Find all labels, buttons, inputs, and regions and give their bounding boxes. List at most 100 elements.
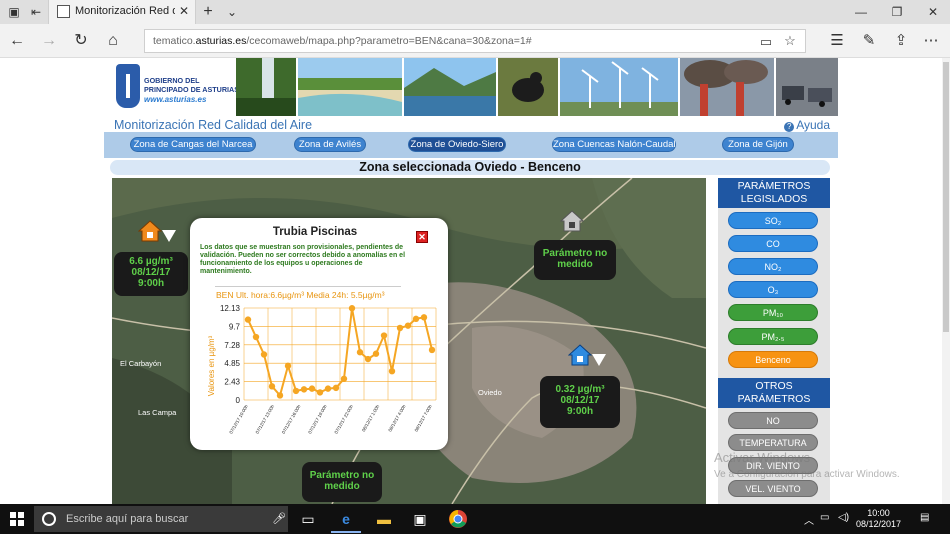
station-reading-trubia[interactable]: 6.6 µg/m³ 08/12/17 9:00h <box>114 252 188 296</box>
more-icon[interactable]: ⋯ <box>920 30 942 52</box>
chart-point[interactable] <box>412 315 420 323</box>
station-house-blue-icon[interactable] <box>568 344 592 366</box>
chart-point[interactable] <box>324 385 332 392</box>
chart-ytick-label: 7.28 <box>224 341 240 350</box>
param-pm10-button[interactable]: PM₁₀ <box>728 304 818 321</box>
close-tab-icon[interactable]: ✕ <box>179 4 189 18</box>
scrollbar-thumb[interactable] <box>943 62 949 332</box>
param-so2-button[interactable]: SO₂ <box>728 212 818 229</box>
param-pm25-button[interactable]: PM₂.₅ <box>728 328 818 345</box>
chart-xtick-label: 08/12/17 7:00h <box>414 404 434 433</box>
close-window-icon[interactable]: ✕ <box>918 3 948 21</box>
station-date: 08/12/17 <box>131 267 171 278</box>
chart-point[interactable] <box>420 314 428 321</box>
station-not-measured[interactable]: Parámetro no medido <box>534 240 616 280</box>
chart-point[interactable] <box>372 350 380 357</box>
browser-tab[interactable]: Monitorización Red de c ✕ <box>48 0 196 24</box>
forward-icon[interactable]: → <box>38 30 60 52</box>
url-field[interactable]: tematico.asturias.es/cecomaweb/mapa.php?… <box>144 29 806 53</box>
help-link[interactable]: ? Ayuda <box>784 118 830 132</box>
zone-aviles-button[interactable]: Zona de Avilés <box>294 137 366 152</box>
satellite-map[interactable]: El Carbayón Las Campa Oviedo 6.6 µg/m³ 0… <box>112 178 706 504</box>
chart-point[interactable] <box>396 324 404 332</box>
task-view-icon[interactable]: ▭ <box>298 509 318 529</box>
chart-point[interactable] <box>356 349 364 356</box>
chart-point[interactable] <box>388 367 396 375</box>
chart-point[interactable] <box>300 386 308 393</box>
param-no-button[interactable]: NO <box>728 412 818 429</box>
favorite-star-icon[interactable]: ☆ <box>782 33 798 49</box>
param-co-button[interactable]: CO <box>728 235 818 252</box>
popup-close-icon[interactable]: ✕ <box>416 231 428 243</box>
station-popup: Trubia Piscinas ✕ Los datos que se muest… <box>190 218 448 450</box>
zone-nalon-button[interactable]: Zona Cuencas Nalón-Caudal <box>552 137 676 152</box>
zone-gijon-button[interactable]: Zona de Gijón <box>722 137 794 152</box>
zone-cangas-button[interactable]: Zona de Cangas del Narcea <box>130 137 256 152</box>
edge-browser-icon[interactable]: e <box>336 509 356 529</box>
home-icon[interactable]: ⌂ <box>102 30 124 52</box>
chart-point[interactable] <box>268 383 276 390</box>
banner-photo-windmills <box>560 58 678 116</box>
tab-bar: ▣ ⇤ Monitorización Red de c ✕ + ⌄ — ❐ ✕ <box>0 0 950 24</box>
chart-ytick-label: 9.7 <box>229 322 241 331</box>
chart-point[interactable] <box>316 389 324 396</box>
web-note-icon[interactable]: ✎ <box>858 30 880 52</box>
chart-point[interactable] <box>364 355 372 363</box>
chart-point[interactable] <box>276 392 284 399</box>
chart-point[interactable] <box>348 305 356 312</box>
network-icon[interactable]: ▭ <box>820 512 829 523</box>
taskbar-clock[interactable]: 10:00 08/12/2017 <box>856 508 901 530</box>
taskbar-search[interactable]: Escribe aquí para buscar 🎤︎ <box>34 506 288 532</box>
restore-icon[interactable]: ❐ <box>882 3 912 21</box>
favorites-hub-icon[interactable]: ☰ <box>826 30 848 52</box>
station-time: 9:00h <box>566 406 594 417</box>
microphone-icon[interactable]: 🎤︎ <box>272 512 286 525</box>
station-reading-oviedo[interactable]: 0.32 µg/m³ 08/12/17 9:00h <box>540 376 620 428</box>
chart-point[interactable] <box>244 316 252 323</box>
share-icon[interactable]: ⇪ <box>890 30 912 52</box>
zone-oviedo-button[interactable]: Zona de Oviedo-Siero <box>408 137 506 152</box>
chart-point[interactable] <box>380 332 388 339</box>
chart-point[interactable] <box>340 375 348 382</box>
minimize-icon[interactable]: — <box>846 3 876 21</box>
station-house-orange-icon[interactable] <box>138 220 162 242</box>
logo-url[interactable]: www.asturias.es <box>144 95 206 104</box>
param-vel-viento-button[interactable]: VEL. VIENTO <box>728 480 818 497</box>
volume-icon[interactable]: ◁) <box>838 512 849 523</box>
tray-chevron-icon[interactable]: ︿ <box>804 512 814 527</box>
address-bar-row: ← → ↻ ⌂ tematico.asturias.es/cecomaweb/m… <box>0 24 950 58</box>
store-icon[interactable]: ▣ <box>410 509 430 529</box>
chart-point[interactable] <box>332 384 340 392</box>
chart-yticks: 0 2.43 4.85 7.28 9.7 12.13 <box>220 304 241 405</box>
reading-view-icon[interactable]: ▭ <box>758 34 774 50</box>
tab-menu-chevron-icon[interactable]: ⌄ <box>224 4 240 20</box>
param-no2-button[interactable]: NO₂ <box>728 258 818 275</box>
tab-list-icon[interactable]: ▣ <box>6 4 22 20</box>
activation-watermark-text: Ve a Configuración para activar Windows. <box>714 469 900 480</box>
notifications-icon[interactable]: ▤ <box>920 512 929 523</box>
page-scrollbar[interactable] <box>942 58 950 504</box>
param-benceno-button[interactable]: Benceno <box>728 351 818 368</box>
station-status-line2: medido <box>324 481 360 492</box>
back-icon[interactable]: ← <box>6 30 28 52</box>
chart-xtick-label: 07/12/17 22:00h <box>333 404 354 435</box>
zone-nav: Zona de Cangas del Narcea Zona de Avilés… <box>104 132 838 158</box>
chart-point[interactable] <box>260 351 268 358</box>
chart-point[interactable] <box>284 362 292 370</box>
chart-point[interactable] <box>292 387 300 395</box>
chart-point[interactable] <box>428 346 436 354</box>
new-tab-icon[interactable]: + <box>200 4 216 20</box>
station-not-measured-2[interactable]: Parámetro no medido <box>302 462 382 502</box>
windows-start-icon[interactable] <box>10 512 24 526</box>
tab-back-icon[interactable]: ⇤ <box>28 4 44 20</box>
chart-xtick-label: 07/12/17 10:00h <box>228 404 249 435</box>
file-explorer-icon[interactable]: ▬ <box>374 509 394 529</box>
chart-point[interactable] <box>308 385 316 392</box>
param-o3-button[interactable]: O₃ <box>728 281 818 298</box>
chart-point[interactable] <box>404 322 412 329</box>
station-house-grey-icon[interactable] <box>560 210 584 232</box>
chart-point[interactable] <box>252 333 260 341</box>
chrome-icon[interactable] <box>448 509 468 529</box>
param-temperatura-button[interactable]: TEMPERATURA <box>728 434 818 451</box>
refresh-icon[interactable]: ↻ <box>70 30 92 52</box>
